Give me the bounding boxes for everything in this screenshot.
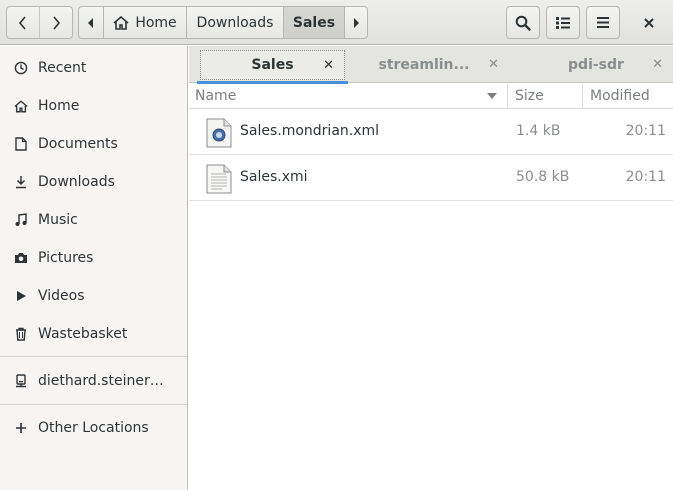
- view-toggle-button[interactable]: [546, 6, 580, 39]
- column-name-label: Name: [195, 88, 237, 104]
- close-icon[interactable]: ✕: [323, 58, 334, 73]
- xml-file-icon: [206, 118, 232, 148]
- network-drive-icon: [14, 374, 28, 388]
- tab-label: pdi-sdr: [568, 57, 624, 73]
- sidebar-item-music[interactable]: Music: [0, 201, 187, 239]
- chevron-left-icon: [18, 15, 26, 30]
- search-button[interactable]: [506, 6, 540, 39]
- clock-icon: [14, 61, 28, 75]
- tab-sales[interactable]: Sales ✕: [197, 50, 348, 84]
- tab-pdi-sdr[interactable]: pdi-sdr ✕: [519, 50, 673, 80]
- video-icon: [14, 289, 28, 303]
- back-button[interactable]: [6, 6, 40, 39]
- tab-label: streamlin...: [378, 57, 470, 73]
- home-icon: [14, 99, 28, 113]
- sidebar-item-label: Home: [38, 98, 80, 114]
- triangle-left-icon: [88, 17, 93, 28]
- file-modified: 20:11: [625, 123, 666, 139]
- music-icon: [14, 213, 28, 227]
- plus-icon: [14, 421, 28, 435]
- sidebar-item-videos[interactable]: Videos: [0, 277, 187, 315]
- close-icon[interactable]: ✕: [488, 57, 499, 72]
- column-header: Name Size Modified: [189, 84, 673, 109]
- file-row[interactable]: Sales.xmi 50.8 kB 20:11: [189, 155, 673, 201]
- sidebar-item-pictures[interactable]: Pictures: [0, 239, 187, 277]
- forward-button[interactable]: [39, 6, 73, 39]
- window-close-button[interactable]: [632, 6, 666, 39]
- sidebar-item-label: Downloads: [38, 174, 115, 190]
- download-icon: [14, 175, 28, 189]
- tab-streamlin[interactable]: streamlin... ✕: [359, 50, 509, 80]
- file-name: Sales.xmi: [240, 169, 308, 185]
- sidebar: Recent Home Documents Downloads Music Pi…: [0, 46, 188, 490]
- sidebar-item-network[interactable]: diethard.steiner@b...: [0, 362, 187, 400]
- breadcrumb-home[interactable]: Home: [103, 6, 187, 39]
- column-modified-label: Modified: [590, 88, 650, 104]
- file-name: Sales.mondrian.xml: [240, 123, 380, 139]
- column-name-header[interactable]: Name: [189, 84, 508, 108]
- close-icon[interactable]: ✕: [652, 57, 663, 72]
- sidebar-item-label: diethard.steiner@b...: [38, 373, 174, 389]
- tab-bar: Sales ✕ streamlin... ✕ pdi-sdr ✕: [189, 46, 673, 84]
- file-row[interactable]: Sales.mondrian.xml 1.4 kB 20:11: [189, 109, 673, 155]
- trash-icon: [14, 327, 28, 341]
- breadcrumb-downloads[interactable]: Downloads: [186, 6, 284, 39]
- breadcrumb-home-label: Home: [135, 14, 177, 31]
- triangle-right-icon: [354, 17, 359, 28]
- search-icon: [515, 15, 531, 31]
- sidebar-item-downloads[interactable]: Downloads: [0, 163, 187, 201]
- column-size-header[interactable]: Size: [509, 84, 583, 108]
- sidebar-item-label: Pictures: [38, 250, 94, 266]
- path-scroll-left-button[interactable]: [78, 6, 104, 39]
- sidebar-separator: [0, 404, 187, 405]
- sidebar-item-recent[interactable]: Recent: [0, 49, 187, 87]
- sidebar-item-label: Videos: [38, 288, 85, 304]
- breadcrumb-sales[interactable]: Sales: [283, 6, 345, 39]
- header-bar: Home Downloads Sales: [0, 0, 673, 45]
- sidebar-separator: [0, 356, 187, 357]
- file-size: 1.4 kB: [516, 123, 561, 139]
- sidebar-item-label: Other Locations: [38, 420, 149, 436]
- file-size: 50.8 kB: [516, 169, 570, 185]
- breadcrumb-downloads-label: Downloads: [196, 14, 274, 31]
- sidebar-item-documents[interactable]: Documents: [0, 125, 187, 163]
- sidebar-item-home[interactable]: Home: [0, 87, 187, 125]
- document-icon: [14, 137, 28, 151]
- sidebar-item-label: Recent: [38, 60, 87, 76]
- sort-descending-icon: [487, 93, 497, 99]
- text-file-icon: [206, 164, 232, 194]
- sidebar-item-other-locations[interactable]: Other Locations: [0, 409, 187, 447]
- list-view-icon: [556, 16, 570, 29]
- sidebar-item-label: Documents: [38, 136, 118, 152]
- file-modified: 20:11: [625, 169, 666, 185]
- sidebar-item-label: Wastebasket: [38, 326, 128, 342]
- sidebar-item-wastebasket[interactable]: Wastebasket: [0, 315, 187, 353]
- breadcrumb-sales-label: Sales: [292, 14, 336, 31]
- menu-button[interactable]: [586, 6, 620, 39]
- chevron-right-icon: [53, 15, 61, 30]
- path-scroll-right-button[interactable]: [344, 6, 368, 39]
- column-modified-header[interactable]: Modified: [584, 84, 673, 108]
- home-icon: [113, 15, 129, 30]
- sidebar-item-label: Music: [38, 212, 78, 228]
- column-size-label: Size: [515, 88, 544, 104]
- close-icon: [644, 17, 654, 28]
- camera-icon: [14, 251, 28, 265]
- tab-label: Sales: [251, 57, 294, 73]
- hamburger-icon: [597, 17, 609, 28]
